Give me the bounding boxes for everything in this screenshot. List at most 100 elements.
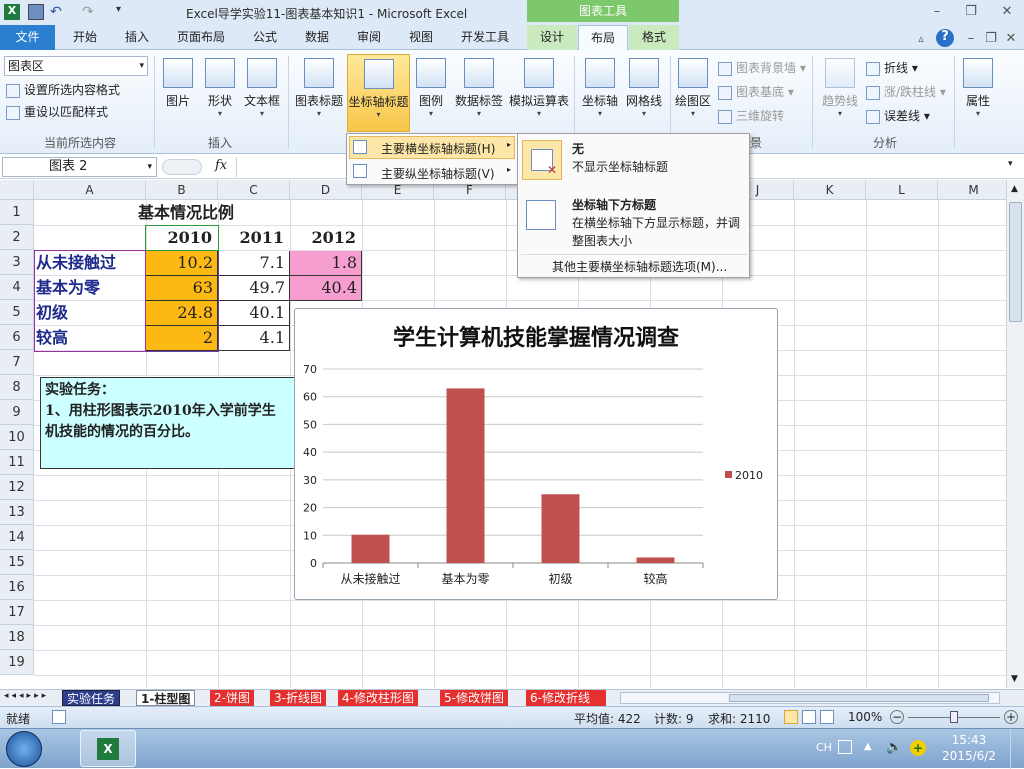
doc-minimize-icon[interactable]: – — [962, 31, 980, 47]
bar[interactable] — [636, 557, 675, 563]
chart-floor-button[interactable]: 图表基底 ▾ — [718, 82, 794, 102]
zoom-level[interactable]: 100% — [848, 710, 882, 724]
axes-button[interactable]: 坐标轴 ▾ — [578, 54, 622, 132]
year-header-2010[interactable]: 2010 — [146, 226, 216, 250]
row-header-6[interactable]: 6 — [0, 325, 34, 350]
help-icon[interactable]: ? — [936, 29, 954, 47]
row-header-15[interactable]: 15 — [0, 550, 34, 575]
row-header-13[interactable]: 13 — [0, 500, 34, 525]
row-label-cell[interactable]: 从未接触过 — [36, 251, 144, 275]
row-header-3[interactable]: 3 — [0, 250, 34, 275]
column-header-l[interactable]: L — [866, 180, 938, 200]
page-break-view-icon[interactable] — [820, 710, 834, 724]
bar[interactable] — [541, 494, 580, 563]
bar[interactable] — [351, 534, 390, 563]
row-header-4[interactable]: 4 — [0, 275, 34, 300]
tab-insert[interactable]: 插入 — [114, 25, 160, 50]
tab-developer[interactable]: 开发工具 — [452, 25, 518, 50]
up-down-bars-button[interactable]: 涨/跌柱线 ▾ — [866, 82, 946, 102]
sheet-tab-line[interactable]: 3-折线图 — [270, 690, 326, 706]
row-header-7[interactable]: 7 — [0, 350, 34, 375]
value-cell[interactable]: 40.1 — [218, 301, 290, 326]
minimize-icon[interactable]: – — [928, 4, 946, 20]
value-cell[interactable]: 7.1 — [218, 251, 290, 276]
sheet-tab-task[interactable]: 实验任务 — [62, 690, 121, 706]
minimize-ribbon-icon[interactable]: ▵ — [912, 31, 930, 47]
properties-button[interactable]: 属性 ▾ — [958, 54, 998, 132]
row-header-10[interactable]: 10 — [0, 425, 34, 450]
row-label-cell[interactable]: 较高 — [36, 326, 144, 350]
tab-view[interactable]: 视图 — [398, 25, 444, 50]
scroll-down-icon[interactable]: ▼ — [1011, 674, 1018, 684]
row-header-11[interactable]: 11 — [0, 450, 34, 475]
insert-picture-button[interactable]: 图片 — [158, 54, 198, 132]
insert-shapes-button[interactable]: 形状 ▾ — [200, 54, 240, 132]
chart-title-button[interactable]: 图表标题 ▾ — [292, 54, 346, 132]
undo-icon[interactable]: ↶ — [50, 4, 66, 20]
save-icon[interactable] — [28, 4, 44, 20]
customize-qat-icon[interactable]: ▾ — [116, 4, 132, 20]
tab-format[interactable]: 格式 — [629, 25, 679, 50]
tab-home[interactable]: 开始 — [62, 25, 108, 50]
volume-icon[interactable]: 🔈 — [886, 740, 902, 755]
tab-file[interactable]: 文件 — [0, 25, 55, 50]
tab-design[interactable]: 设计 — [527, 25, 577, 50]
excel-taskbar-button[interactable]: X — [80, 730, 136, 767]
scrollbar-thumb[interactable] — [729, 694, 989, 702]
table-title-cell[interactable]: 基本情况比例 — [138, 201, 268, 225]
data-labels-button[interactable]: 数据标签 ▾ — [452, 54, 506, 132]
sheet-tab-pie[interactable]: 2-饼图 — [210, 690, 254, 706]
value-cell[interactable]: 2 — [146, 326, 218, 351]
select-all-corner[interactable] — [0, 180, 34, 200]
format-selection-button[interactable]: 设置所选内容格式 — [6, 80, 120, 100]
value-cell[interactable]: 1.8 — [290, 251, 362, 276]
scroll-up-icon[interactable]: ▲ — [1011, 184, 1018, 194]
value-cell[interactable]: 40.4 — [290, 276, 362, 301]
row-header-14[interactable]: 14 — [0, 525, 34, 550]
doc-close-icon[interactable]: ✕ — [1002, 31, 1020, 47]
row-header-1[interactable]: 1 — [0, 200, 34, 225]
column-header-c[interactable]: C — [218, 180, 290, 200]
tab-review[interactable]: 审阅 — [346, 25, 392, 50]
tab-formulas[interactable]: 公式 — [242, 25, 288, 50]
redo-icon[interactable]: ↷ — [82, 4, 98, 20]
year-header-2011[interactable]: 2011 — [218, 226, 288, 250]
clock-time[interactable]: 15:43 — [944, 733, 994, 747]
name-box[interactable]: 图表 2 ▾ — [2, 157, 157, 177]
network-icon[interactable]: + — [910, 740, 926, 756]
data-table-button[interactable]: 模拟运算表 ▾ — [508, 54, 570, 132]
value-cell[interactable]: 4.1 — [218, 326, 290, 351]
column-header-a[interactable]: A — [34, 180, 146, 200]
column-header-k[interactable]: K — [794, 180, 866, 200]
reset-style-button[interactable]: 重设以匹配样式 — [6, 102, 108, 122]
row-header-19[interactable]: 19 — [0, 650, 34, 675]
value-cell[interactable]: 49.7 — [218, 276, 290, 301]
task-textbox[interactable]: 实验任务： 1、用柱形图表示2010年入学前学生 机技能的情况的百分比。 — [40, 377, 296, 469]
clock-date[interactable]: 2015/6/2 — [940, 749, 998, 763]
column-header-b[interactable]: B — [146, 180, 218, 200]
gridlines-button[interactable]: 网格线 ▾ — [622, 54, 666, 132]
row-label-cell[interactable]: 基本为零 — [36, 276, 144, 300]
row-header-8[interactable]: 8 — [0, 375, 34, 400]
insert-textbox-button[interactable]: 文本框 ▾ — [242, 54, 282, 132]
insert-function-icon[interactable]: fx — [215, 158, 227, 173]
vertical-scrollbar[interactable]: ▲ ▼ — [1006, 180, 1024, 688]
error-bars-button[interactable]: 误差线 ▾ — [866, 106, 930, 126]
horizontal-scrollbar[interactable] — [620, 692, 1000, 704]
zoom-in-icon[interactable]: + — [1004, 710, 1018, 724]
row-header-17[interactable]: 17 — [0, 600, 34, 625]
row-header-2[interactable]: 2 — [0, 225, 34, 250]
show-hidden-icons-icon[interactable]: ▲ — [864, 741, 872, 752]
expand-formula-icon[interactable]: ▾ — [1008, 159, 1013, 169]
macro-record-icon[interactable] — [52, 710, 66, 724]
sheet-tab-bar-chart[interactable]: 1-柱型图 — [136, 690, 196, 706]
row-label-cell[interactable]: 初级 — [36, 301, 144, 325]
close-icon[interactable]: ✕ — [998, 4, 1016, 20]
restore-icon[interactable]: ❐ — [962, 4, 980, 20]
plot-area-button[interactable]: 绘图区 ▾ — [672, 54, 714, 132]
row-header-16[interactable]: 16 — [0, 575, 34, 600]
tab-layout[interactable]: 布局 — [578, 25, 628, 51]
formula-resize-handle[interactable] — [162, 159, 202, 175]
ime-icon[interactable] — [838, 740, 852, 754]
tab-page-layout[interactable]: 页面布局 — [168, 25, 234, 50]
